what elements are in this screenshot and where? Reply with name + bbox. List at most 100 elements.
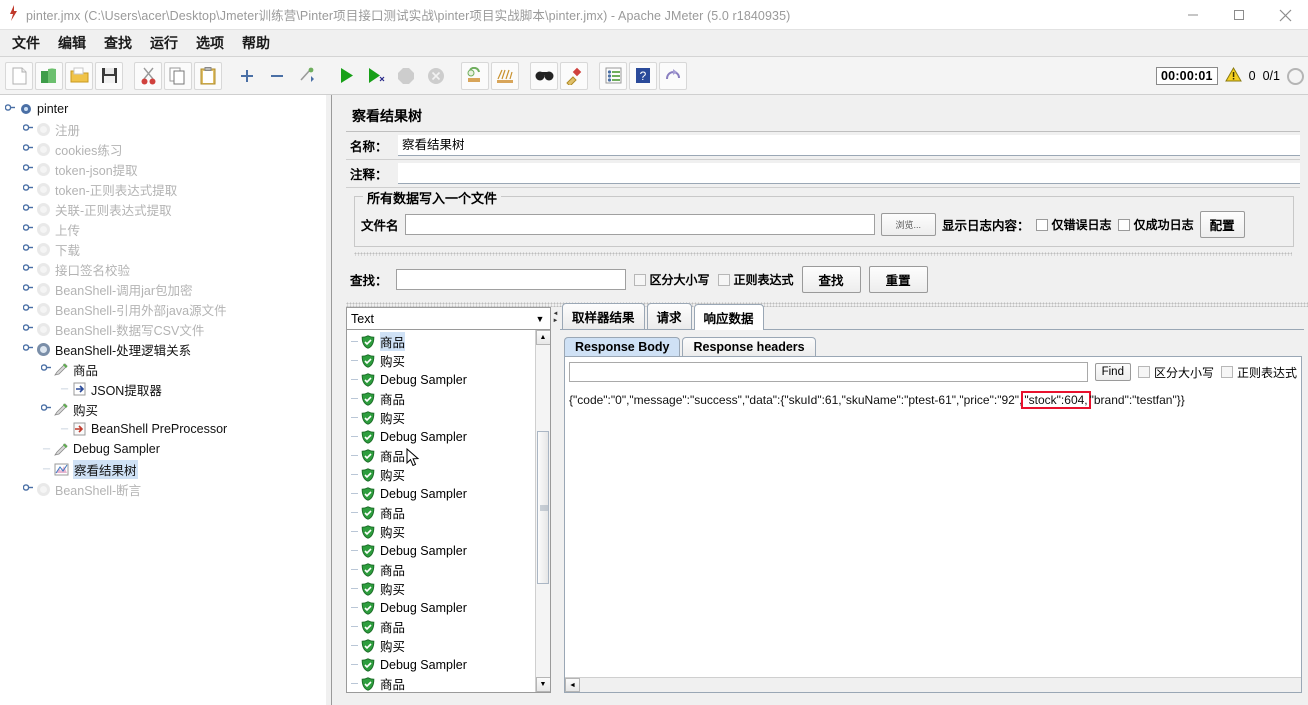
search-reset-button[interactable]: 重置	[868, 266, 928, 293]
checkbox-box[interactable]	[1117, 218, 1130, 231]
tree-node-8[interactable]: 接口签名校验	[0, 259, 331, 279]
tree-node-16[interactable]: ─ BeanShell PreProcessor	[0, 419, 331, 439]
test-plan-tree[interactable]: pinter 注册 cookies练习 token-json提取 token-正则表达式…	[0, 95, 332, 705]
sampler-list-scrollbar[interactable]: ▲ ▼	[535, 330, 550, 692]
paste-icon[interactable]	[194, 61, 222, 90]
tab-1[interactable]: 请求	[646, 303, 692, 329]
scroll-down-icon[interactable]: ▼	[535, 677, 550, 692]
browse-button[interactable]: 浏览...	[880, 213, 937, 236]
tree-expand-handle-icon[interactable]	[22, 143, 35, 155]
list-item[interactable]: Debug Sampler	[347, 655, 535, 674]
search-regex-checkbox[interactable]: 正则表达式	[717, 271, 794, 288]
tree-expand-handle-icon[interactable]	[22, 323, 35, 335]
help-icon[interactable]: ?	[629, 61, 657, 90]
undo-icon[interactable]	[659, 61, 687, 90]
tree-node-13[interactable]: 商品	[0, 359, 331, 379]
render-selector[interactable]: Text ▼	[347, 308, 550, 330]
find-case-sensitive-checkbox[interactable]: 区分大小写	[1137, 364, 1214, 381]
menu-edit[interactable]: 编辑	[49, 30, 95, 56]
menu-run[interactable]: 运行	[141, 30, 187, 56]
tree-expand-handle-icon[interactable]	[40, 363, 53, 375]
tree-expand-handle-icon[interactable]	[40, 403, 53, 415]
scroll-up-icon[interactable]: ▲	[535, 330, 550, 345]
open-icon[interactable]	[65, 61, 93, 90]
list-item[interactable]: 购买	[347, 351, 535, 370]
list-item[interactable]: 购买	[347, 408, 535, 427]
list-item[interactable]: 商品	[347, 674, 535, 692]
clear-icon[interactable]	[461, 61, 489, 90]
response-body-hscrollbar[interactable]: ◄	[565, 677, 1301, 692]
only-error-log-checkbox[interactable]: 仅错误日志	[1035, 216, 1112, 233]
tree-node-19[interactable]: BeanShell-断言	[0, 479, 331, 499]
tree-node-6[interactable]: 上传	[0, 219, 331, 239]
tree-node-14[interactable]: ─ JSON提取器	[0, 379, 331, 399]
copy-icon[interactable]	[164, 61, 192, 90]
tree-splitter[interactable]	[326, 95, 331, 705]
menu-file[interactable]: 文件	[3, 30, 49, 56]
start-icon[interactable]	[332, 62, 360, 90]
scroll-track[interactable]	[535, 345, 550, 677]
tree-expand-handle-icon[interactable]	[22, 183, 35, 195]
results-splitter[interactable]: ◄ ►	[551, 307, 560, 693]
tree-expand-handle-icon[interactable]	[22, 123, 35, 135]
scroll-thumb[interactable]	[536, 431, 549, 585]
list-item[interactable]: 商品	[347, 560, 535, 579]
tree-node-18[interactable]: ─ 察看结果树	[0, 459, 331, 479]
only-success-log-checkbox[interactable]: 仅成功日志	[1117, 216, 1194, 233]
tree-expand-handle-icon[interactable]	[22, 263, 35, 275]
config-button[interactable]: 配置	[1199, 211, 1245, 238]
tree-node-10[interactable]: BeanShell-引用外部java源文件	[0, 299, 331, 319]
search-find-button[interactable]: 查找	[801, 266, 861, 293]
toggle-icon[interactable]	[293, 62, 321, 90]
tree-node-3[interactable]: token-json提取	[0, 159, 331, 179]
list-item[interactable]: 购买	[347, 579, 535, 598]
list-item[interactable]: 商品	[347, 503, 535, 522]
tree-node-4[interactable]: token-正则表达式提取	[0, 179, 331, 199]
list-item[interactable]: Debug Sampler	[347, 427, 535, 446]
save-icon[interactable]	[95, 61, 123, 90]
checkbox-box[interactable]	[1220, 366, 1233, 378]
tree-expand-handle-icon[interactable]	[22, 203, 35, 215]
new-icon[interactable]	[5, 61, 33, 90]
tree-node-12[interactable]: BeanShell-处理逻辑关系	[0, 339, 331, 359]
tree-expand-handle-icon[interactable]	[22, 483, 35, 495]
shutdown-icon[interactable]	[422, 62, 450, 90]
tree-node-11[interactable]: BeanShell-数据写CSV文件	[0, 319, 331, 339]
list-item[interactable]: 商品	[347, 389, 535, 408]
list-item[interactable]: Debug Sampler	[347, 484, 535, 503]
tab-0[interactable]: 取样器结果	[562, 303, 645, 329]
tree-node-2[interactable]: cookies练习	[0, 139, 331, 159]
response-body-text[interactable]: {"code":"0","message":"success","data":{…	[565, 387, 1301, 677]
tree-expand-handle-icon[interactable]	[4, 103, 17, 115]
scroll-left-icon[interactable]: ◄	[565, 678, 580, 692]
list-item[interactable]: 商品	[347, 332, 535, 351]
menu-options[interactable]: 选项	[187, 30, 233, 56]
search-case-sensitive-checkbox[interactable]: 区分大小写	[633, 271, 710, 288]
find-button[interactable]: Find	[1094, 363, 1131, 381]
tree-expand-handle-icon[interactable]	[22, 343, 35, 355]
collapse-icon[interactable]	[263, 62, 291, 90]
chevron-down-icon[interactable]: ▼	[530, 314, 550, 324]
splitter-collapse-right-icon[interactable]: ►	[553, 318, 559, 325]
list-item[interactable]: Debug Sampler	[347, 541, 535, 560]
filename-input[interactable]	[404, 214, 875, 235]
tree-expand-handle-icon[interactable]	[22, 243, 35, 255]
tree-expand-handle-icon[interactable]	[22, 303, 35, 315]
expand-icon[interactable]	[233, 62, 261, 90]
stop-icon[interactable]	[392, 62, 420, 90]
name-input[interactable]	[398, 135, 1300, 156]
sampler-list[interactable]: 商品 购买 Debug Sampler 商品 购买 Debug Sampler 商品 购买 De…	[347, 330, 550, 692]
tree-node-0[interactable]: pinter	[0, 99, 331, 119]
checkbox-box[interactable]	[1035, 218, 1048, 231]
list-item[interactable]: 商品	[347, 446, 535, 465]
list-item[interactable]: 购买	[347, 522, 535, 541]
subtab-0[interactable]: Response Body	[564, 337, 681, 356]
function-helper-icon[interactable]	[599, 61, 627, 90]
maximize-icon[interactable]	[1216, 0, 1262, 30]
search-icon[interactable]	[530, 61, 558, 90]
find-regex-checkbox[interactable]: 正则表达式	[1220, 364, 1297, 381]
minimize-icon[interactable]	[1170, 0, 1216, 30]
search-reset-icon[interactable]	[560, 61, 588, 90]
list-item[interactable]: Debug Sampler	[347, 370, 535, 389]
tree-node-9[interactable]: BeanShell-调用jar包加密	[0, 279, 331, 299]
